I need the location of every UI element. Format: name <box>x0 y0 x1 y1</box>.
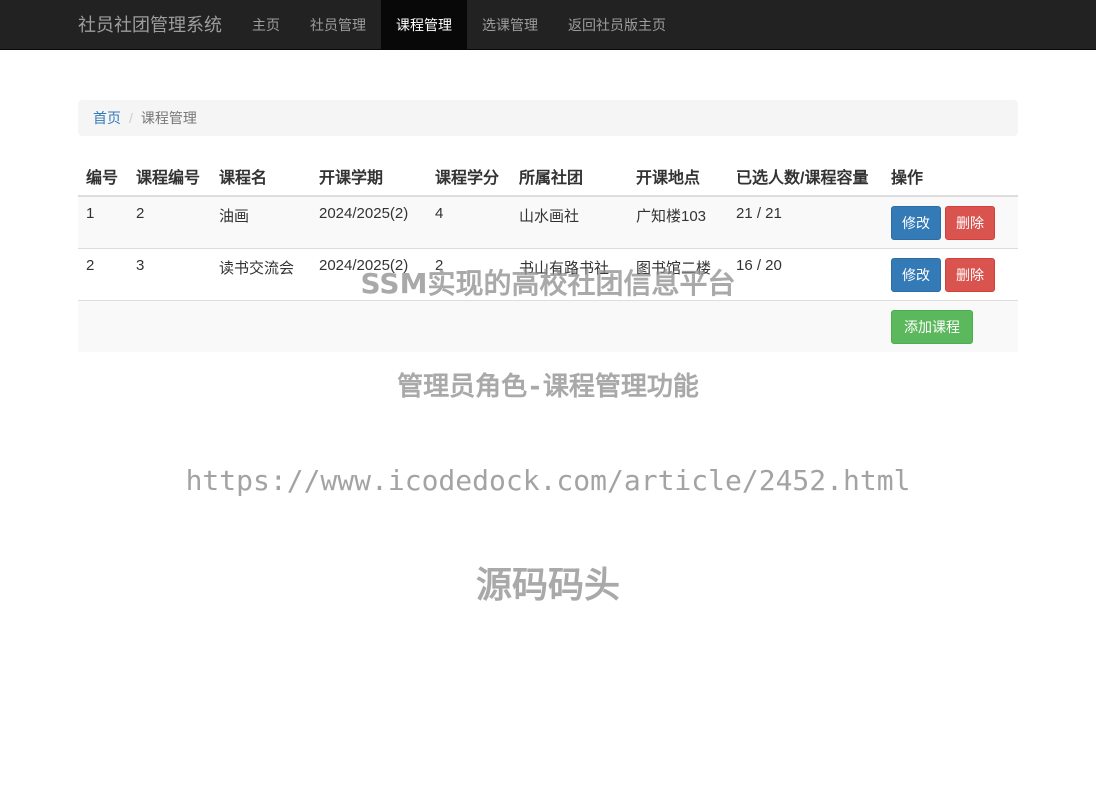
header-club: 所属社团 <box>511 156 628 197</box>
cell-id: 1 <box>78 196 128 249</box>
navbar-menu: 主页 社员管理 课程管理 选课管理 返回社员版主页 <box>237 0 681 49</box>
cell-semester: 2024/2025(2) <box>311 196 427 249</box>
breadcrumb-current: 课程管理 <box>140 110 197 126</box>
top-navbar: 社员社团管理系统 主页 社员管理 课程管理 选课管理 返回社员版主页 <box>0 0 1096 50</box>
cell-location: 广知楼103 <box>628 196 728 249</box>
edit-button[interactable]: 修改 <box>891 206 941 240</box>
table-row: 1 2 油画 2024/2025(2) 4 山水画社 广知楼103 21 / 2… <box>78 196 1018 249</box>
watermark-url: https://www.icodedock.com/article/2452.h… <box>185 464 911 497</box>
cell-id: 2 <box>78 248 128 301</box>
header-semester: 开课学期 <box>311 156 427 197</box>
cell-semester: 2024/2025(2) <box>311 248 427 301</box>
delete-button[interactable]: 删除 <box>945 206 995 240</box>
header-actions: 操作 <box>883 156 1018 197</box>
cell-club: 书山有路书社 <box>511 248 628 301</box>
watermark-subtitle: 管理员角色-课程管理功能 <box>397 372 699 402</box>
header-enrollment: 已选人数/课程容量 <box>728 156 883 197</box>
table-row: 2 3 读书交流会 2024/2025(2) 2 书山有路书社 图书馆二楼 16… <box>78 248 1018 301</box>
cell-enrollment: 21 / 21 <box>728 196 883 249</box>
cell-credits: 2 <box>427 248 511 301</box>
nav-item-enrollment[interactable]: 选课管理 <box>467 0 553 49</box>
cell-enrollment: 16 / 20 <box>728 248 883 301</box>
navbar-brand[interactable]: 社员社团管理系统 <box>63 0 237 49</box>
nav-item-home[interactable]: 主页 <box>237 0 295 49</box>
cell-credits: 4 <box>427 196 511 249</box>
cell-location: 图书馆二楼 <box>628 248 728 301</box>
cell-course-code: 2 <box>128 196 211 249</box>
cell-course-name: 油画 <box>211 196 311 249</box>
cell-course-code: 3 <box>128 248 211 301</box>
table-footer-row: 添加课程 <box>78 300 1018 352</box>
header-course-code: 课程编号 <box>128 156 211 197</box>
nav-item-back-member-home[interactable]: 返回社员版主页 <box>553 0 681 49</box>
header-id: 编号 <box>78 156 128 197</box>
cell-course-name: 读书交流会 <box>211 248 311 301</box>
nav-item-members[interactable]: 社员管理 <box>295 0 381 49</box>
cell-actions: 修改 删除 <box>883 196 1018 249</box>
edit-button[interactable]: 修改 <box>891 258 941 292</box>
cell-club: 山水画社 <box>511 196 628 249</box>
course-table: 编号 课程编号 课程名 开课学期 课程学分 所属社团 开课地点 已选人数/课程容… <box>78 156 1018 352</box>
breadcrumb: 首页 / 课程管理 <box>78 100 1018 136</box>
breadcrumb-separator: / <box>129 110 133 126</box>
watermark-brand: 源码码头 <box>475 565 620 606</box>
add-course-button[interactable]: 添加课程 <box>891 310 973 344</box>
header-credits: 课程学分 <box>427 156 511 197</box>
cell-actions: 修改 删除 <box>883 248 1018 301</box>
header-location: 开课地点 <box>628 156 728 197</box>
nav-item-courses[interactable]: 课程管理 <box>381 0 467 49</box>
main-content: 首页 / 课程管理 编号 课程编号 课程名 开课学期 课程学分 所属社团 开课地… <box>78 100 1018 352</box>
table-header-row: 编号 课程编号 课程名 开课学期 课程学分 所属社团 开课地点 已选人数/课程容… <box>78 156 1018 197</box>
delete-button[interactable]: 删除 <box>945 258 995 292</box>
breadcrumb-home-link[interactable]: 首页 <box>93 108 121 128</box>
header-course-name: 课程名 <box>211 156 311 197</box>
